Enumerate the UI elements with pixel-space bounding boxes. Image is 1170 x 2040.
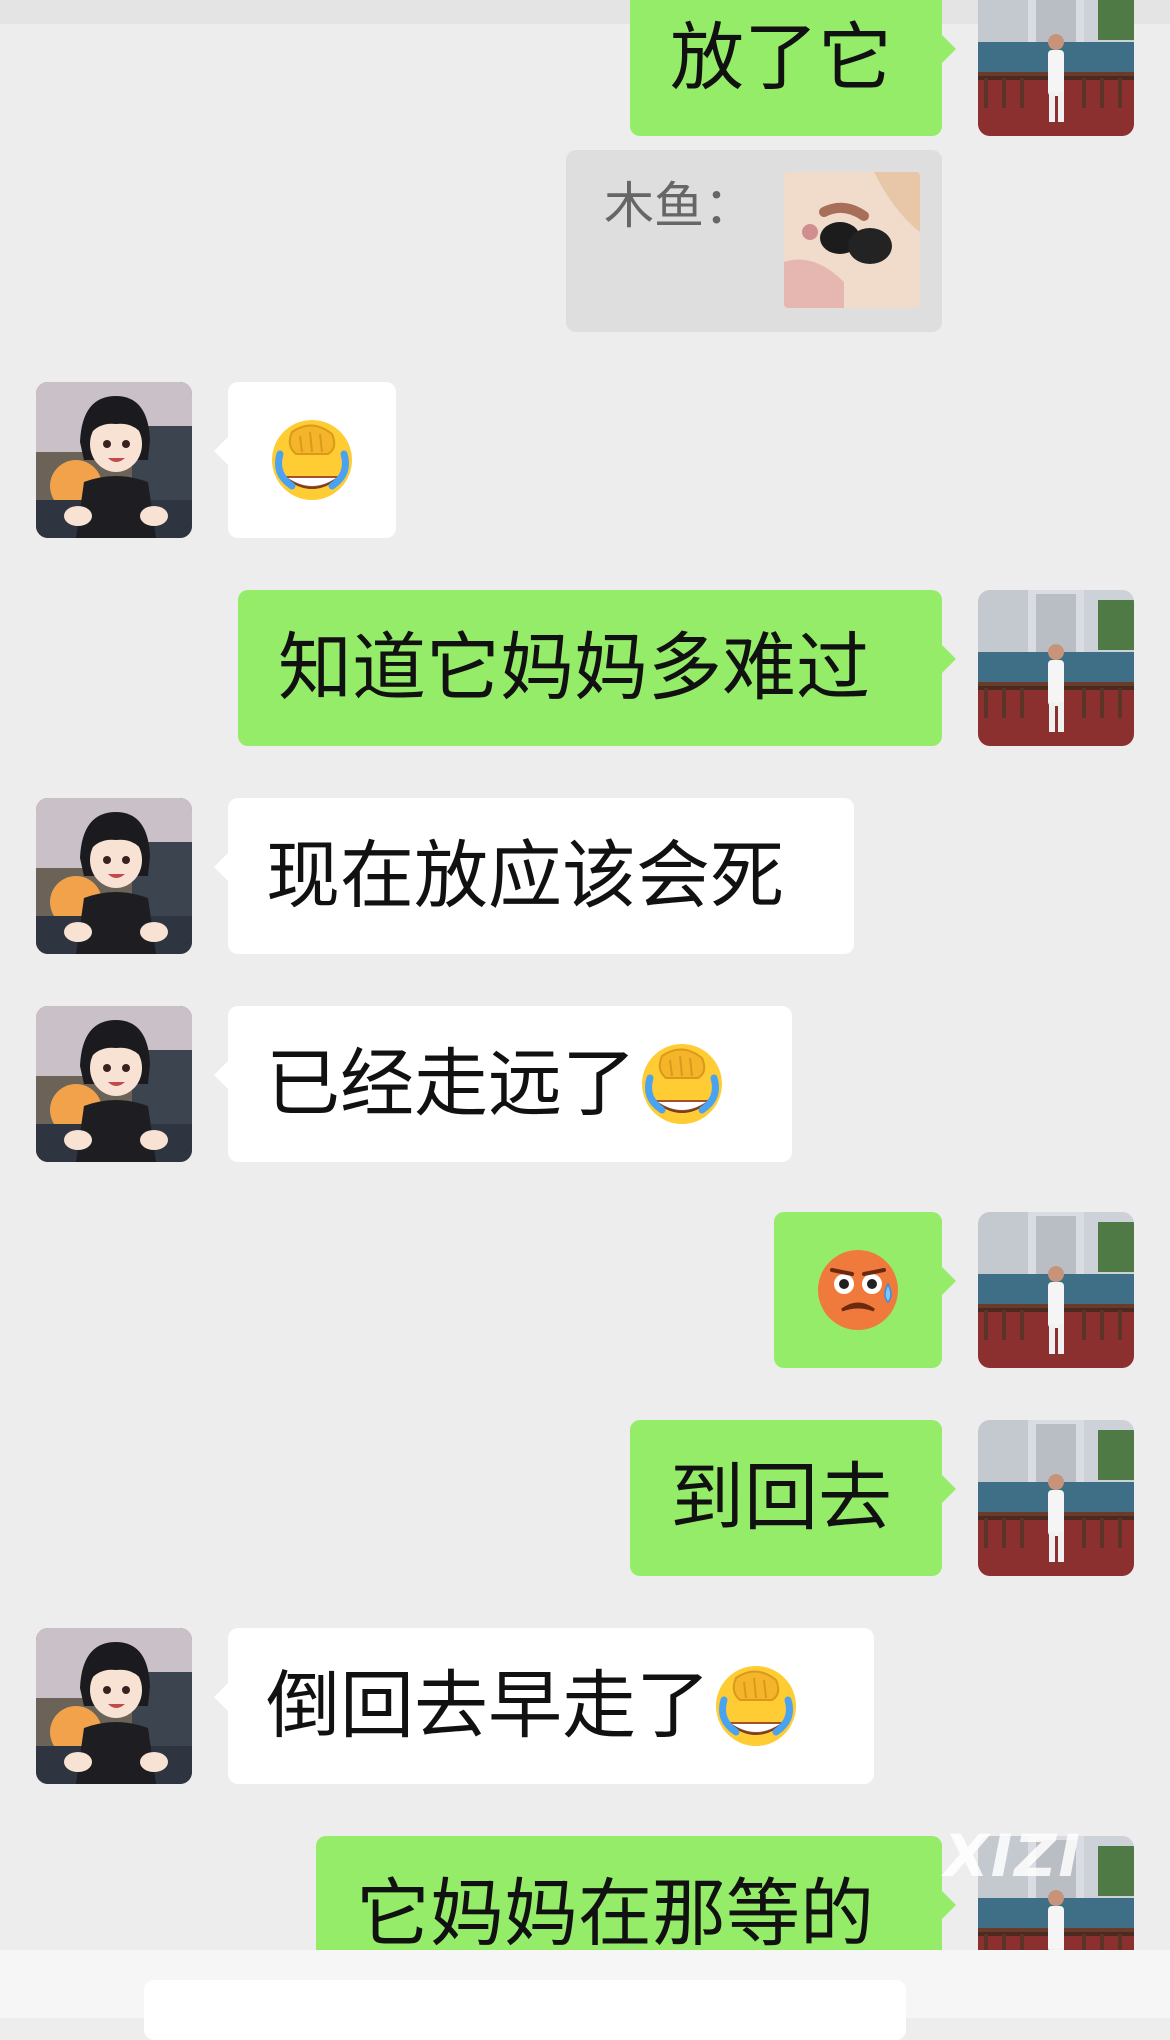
message-bubble-outgoing[interactable]: 到回去 (630, 1420, 956, 1576)
message-input[interactable] (144, 1980, 906, 2040)
message-text: 知道它妈妈多难过 (278, 625, 870, 711)
contact-avatar[interactable] (36, 382, 192, 538)
sweating-awkward-emoji (812, 1244, 904, 1336)
message-bubble-incoming[interactable] (214, 382, 396, 538)
contact-avatar[interactable] (36, 798, 192, 954)
watermark-logo: XIZI (944, 1822, 1082, 1890)
my-avatar[interactable] (978, 0, 1134, 136)
facepalm-laughing-emoji (636, 1038, 728, 1130)
quoted-image-thumbnail[interactable] (784, 172, 920, 308)
message-bubble-outgoing[interactable]: 它妈妈在那等的 (316, 1836, 956, 1950)
message-bubble-incoming[interactable]: 现在放应该会死 (214, 798, 854, 954)
message-bubble-outgoing[interactable]: 放了它 (630, 0, 956, 136)
quoted-message[interactable]: 木鱼： (566, 150, 942, 332)
quote-sender-label: 木鱼： (604, 177, 754, 235)
message-text: 已经走远了 (266, 1041, 636, 1127)
my-avatar[interactable] (978, 1212, 1134, 1368)
message-bubble-outgoing[interactable] (774, 1212, 956, 1368)
message-bubble-incoming[interactable]: 已经走远了 (214, 1006, 792, 1162)
my-avatar[interactable] (978, 590, 1134, 746)
facepalm-laughing-emoji (266, 414, 358, 506)
message-text: 它妈妈在那等的 (356, 1871, 874, 1950)
contact-avatar[interactable] (36, 1628, 192, 1784)
facepalm-laughing-emoji (710, 1660, 802, 1752)
message-text: 到回去 (670, 1455, 892, 1541)
chat-area[interactable]: 放了它 木鱼： 知道它妈妈多难过 现在放应该会死 已经走远了 到回去 倒回去早走… (0, 0, 1170, 1950)
message-bubble-incoming[interactable]: 倒回去早走了 (214, 1628, 874, 1784)
message-bubble-outgoing[interactable]: 知道它妈妈多难过 (238, 590, 956, 746)
my-avatar[interactable] (978, 1420, 1134, 1576)
input-toolbar (0, 1950, 1170, 2040)
message-text: 放了它 (670, 15, 892, 101)
contact-avatar[interactable] (36, 1006, 192, 1162)
message-text: 倒回去早走了 (266, 1663, 710, 1749)
message-text: 现在放应该会死 (266, 833, 784, 919)
